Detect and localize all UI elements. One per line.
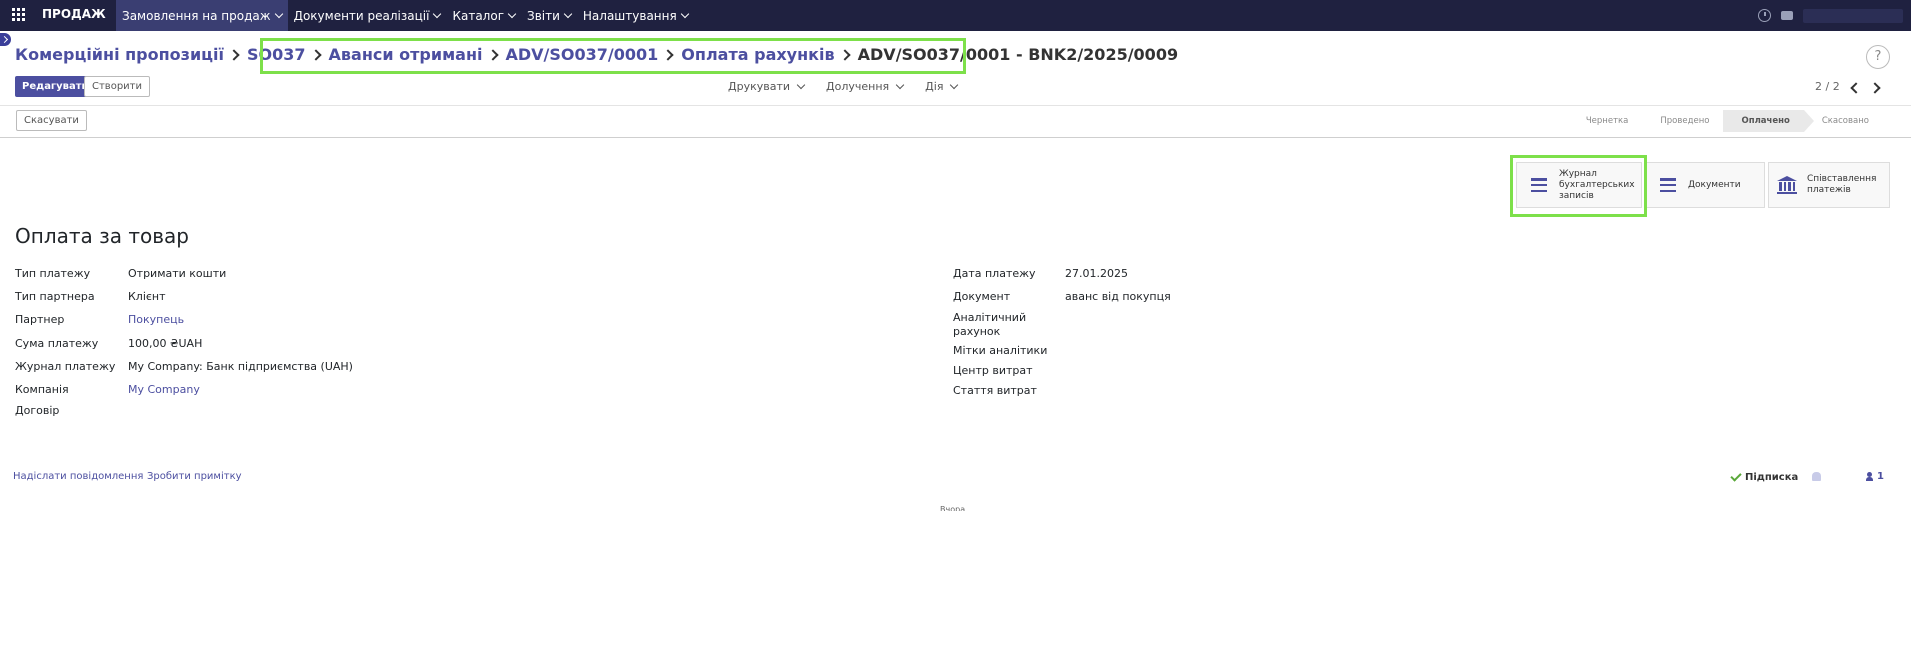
payment-reconciliation-button[interactable]: Співставлення платежів [1768, 162, 1890, 208]
company-label: Компанія [15, 383, 69, 396]
pager-value[interactable]: 2 / 2 [1815, 80, 1840, 93]
document-value[interactable]: аванс від покупця [1065, 290, 1171, 303]
menu-sales-documents[interactable]: Документи реалізації [288, 0, 447, 31]
print-label: Друкувати [728, 80, 791, 93]
reconciliation-label: Співставлення платежів [1807, 174, 1877, 195]
systray [1758, 0, 1911, 31]
chevron-down-icon [507, 9, 517, 18]
journal-label: Журнал платежу [15, 360, 116, 373]
user-menu[interactable] [1803, 8, 1903, 23]
partner-type-label: Тип партнера [15, 290, 95, 303]
main-menu: Замовлення на продаж Документи реалізаці… [116, 0, 694, 31]
create-button[interactable]: Створити [84, 76, 150, 97]
menu-sales-orders[interactable]: Замовлення на продаж [116, 0, 288, 31]
partner-type-value[interactable]: Клієнт [128, 290, 166, 303]
analytic-account-label: Аналітичний рахунок [953, 311, 1027, 338]
chevron-down-icon [895, 80, 905, 89]
help-button[interactable]: ? [1866, 45, 1890, 69]
attach-dropdown[interactable]: Долучення [826, 80, 905, 93]
app-name[interactable]: ПРОДАЖ [42, 7, 106, 21]
payment-type-value[interactable]: Отримати кошти [128, 267, 226, 280]
list-icon [1660, 178, 1676, 192]
journal-value[interactable]: My Company: Банк підприємства (UAH) [128, 360, 353, 373]
chevron-down-icon [563, 9, 573, 18]
menu-label: Налаштування [582, 8, 677, 23]
activity-clock-icon[interactable] [1758, 9, 1771, 22]
breadcrumb-quotations[interactable]: Комерційні пропозиції [15, 45, 224, 64]
partner-link[interactable]: Покупець [128, 313, 184, 326]
action-bar: Друкувати Долучення Дія [728, 80, 959, 93]
expense-item-label: Стаття витрат [953, 384, 1037, 397]
chevron-down-icon [274, 9, 283, 18]
chevron-right-icon [228, 48, 240, 61]
payment-date-label: Дата платежу [953, 267, 1036, 280]
follow-label: Підписка [1745, 472, 1799, 483]
menu-label: Каталог [452, 8, 505, 23]
pager-next-icon[interactable] [1869, 82, 1881, 94]
print-dropdown[interactable]: Друкувати [728, 80, 806, 93]
menu-catalog[interactable]: Каталог [446, 0, 521, 31]
divider [0, 137, 1911, 138]
status-cancelled[interactable]: Скасовано [1804, 110, 1883, 132]
cancel-button[interactable]: Скасувати [16, 110, 87, 131]
send-message-link[interactable]: Надіслати повідомлення [13, 471, 143, 482]
menu-label: Звіти [527, 8, 560, 23]
menu-settings[interactable]: Налаштування [577, 0, 694, 31]
status-bar: Чернетка Проведено Оплачено Скасовано [1568, 110, 1883, 132]
date-separator: Вчора [940, 505, 966, 511]
log-note-link[interactable]: Зробити примітку [147, 471, 242, 482]
partner-label: Партнер [15, 313, 65, 326]
person-icon [1866, 472, 1873, 481]
bell-icon[interactable] [1812, 472, 1821, 481]
company-link[interactable]: My Company [128, 383, 200, 396]
bank-icon [1777, 176, 1797, 194]
status-posted[interactable]: Проведено [1642, 110, 1723, 132]
top-navbar: ПРОДАЖ Замовлення на продаж Документи ре… [0, 0, 1911, 31]
contract-label: Договір [15, 404, 60, 417]
apps-grid-icon[interactable] [12, 8, 25, 21]
messages-icon[interactable] [1781, 11, 1793, 20]
chevron-down-icon [680, 9, 689, 18]
pager-previous-icon[interactable] [1850, 82, 1862, 94]
amount-label: Сума платежу [15, 337, 99, 350]
chevron-down-icon [950, 80, 959, 89]
action-dropdown[interactable]: Дія [925, 80, 959, 93]
amount-value[interactable]: 100,00 ₴UAH [128, 337, 202, 350]
documents-button[interactable]: Документи [1645, 162, 1765, 208]
attach-label: Долучення [826, 80, 890, 93]
analytic-tags-label: Мітки аналітики [953, 344, 1048, 357]
menu-label: Замовлення на продаж [122, 8, 271, 23]
payment-type-label: Тип платежу [15, 267, 91, 280]
follow-button[interactable]: Підписка [1730, 470, 1799, 483]
form-title: Оплата за товар [15, 224, 189, 248]
document-label: Документ [953, 290, 1011, 303]
action-label: Дія [925, 80, 944, 93]
highlight-box [260, 38, 966, 74]
status-draft[interactable]: Чернетка [1568, 110, 1643, 132]
status-paid[interactable]: Оплачено [1723, 110, 1815, 132]
payment-date-value[interactable]: 27.01.2025 [1065, 267, 1128, 280]
divider [0, 105, 1911, 106]
highlight-box [1510, 155, 1647, 217]
chevron-down-icon [433, 9, 442, 18]
followers-button[interactable]: 1 [1866, 471, 1884, 482]
sidebar-toggle-icon[interactable] [0, 33, 11, 46]
documents-label: Документи [1688, 179, 1741, 190]
menu-reports[interactable]: Звіти [521, 0, 577, 31]
menu-label: Документи реалізації [293, 8, 430, 23]
check-icon [1730, 470, 1742, 482]
chevron-down-icon [796, 80, 806, 89]
cost-center-label: Центр витрат [953, 364, 1033, 377]
followers-count: 1 [1877, 471, 1884, 482]
